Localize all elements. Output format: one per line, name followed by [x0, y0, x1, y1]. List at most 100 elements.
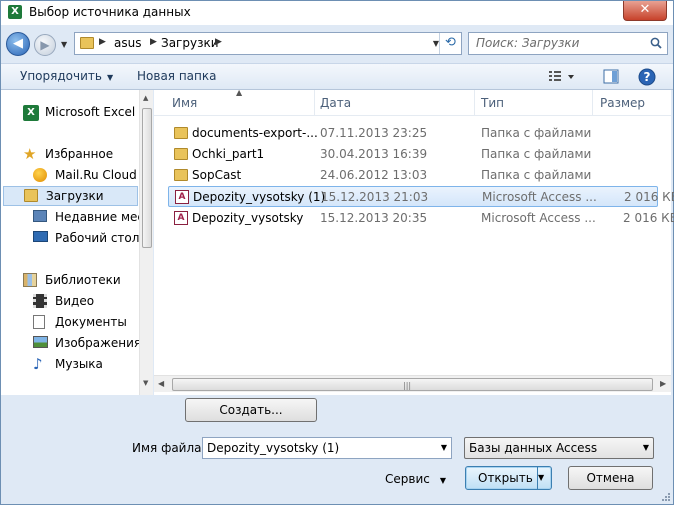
- file-row-selected[interactable]: A Depozity_vysotsky (1) 15.12.2013 21:03…: [168, 186, 674, 207]
- sidebar-item-pictures[interactable]: Изображения: [31, 334, 139, 354]
- sidebar-item-microsoft-excel[interactable]: X Microsoft Excel: [21, 103, 139, 123]
- column-header-date[interactable]: Дата: [320, 96, 351, 110]
- address-bar[interactable]: ▶ asus ▶ Загрузки ▶ ▼ ⟲: [74, 32, 462, 55]
- sidebar-item-documents[interactable]: Документы: [31, 313, 139, 333]
- cancel-button[interactable]: Отмена: [568, 466, 653, 490]
- filename-input[interactable]: Depozity_vysotsky (1): [207, 441, 339, 455]
- cloud-icon: [33, 168, 47, 182]
- sidebar-item-recent-places[interactable]: Недавние мест: [31, 208, 139, 228]
- file-name: Depozity_vysotsky: [192, 211, 304, 225]
- file-size: 2 016 КБ: [623, 211, 674, 225]
- back-button[interactable]: ◀: [6, 32, 30, 56]
- chevron-down-icon: ▼: [439, 476, 447, 485]
- sidebar-scroll-thumb[interactable]: [142, 108, 152, 248]
- horizontal-scroll-thumb[interactable]: |||: [172, 378, 653, 391]
- new-folder-button[interactable]: Новая папка: [137, 69, 216, 83]
- desktop-icon: [33, 231, 48, 242]
- music-icon: ♪: [33, 355, 43, 373]
- breadcrumb-downloads[interactable]: Загрузки: [161, 36, 219, 50]
- svg-text:?: ?: [644, 70, 651, 84]
- sidebar-item-label: Microsoft Excel: [45, 105, 136, 119]
- organize-button[interactable]: Упорядочить ▼: [20, 69, 113, 83]
- back-arrow-icon: ◀: [13, 36, 23, 51]
- scroll-down-icon[interactable]: ▼: [143, 379, 148, 387]
- file-date: 24.06.2012 13:03: [320, 168, 428, 182]
- resize-grip-icon[interactable]: [661, 492, 671, 502]
- sidebar-item-label: Документы: [55, 315, 127, 329]
- column-divider[interactable]: [314, 90, 315, 116]
- file-name: documents-export-...: [192, 126, 318, 140]
- view-options-icon[interactable]: [548, 69, 576, 85]
- dialog-footer: Создать... Имя файла: Depozity_vysotsky …: [1, 395, 673, 504]
- sidebar-item-music[interactable]: ♪ Музыка: [31, 355, 139, 375]
- file-type: Microsoft Access ...: [482, 190, 597, 204]
- scroll-left-icon[interactable]: ◀: [158, 379, 164, 388]
- search-input[interactable]: Поиск: Загрузки: [476, 36, 579, 50]
- column-divider[interactable]: [474, 90, 475, 116]
- file-type-filter-value: Базы данных Access: [469, 441, 598, 455]
- folder-icon: [80, 37, 94, 49]
- create-button[interactable]: Создать...: [185, 398, 317, 422]
- tools-menu-button[interactable]: Сервис ▼: [385, 472, 446, 486]
- sidebar-item-label: Изображения: [55, 336, 139, 350]
- scroll-right-icon[interactable]: ▶: [660, 379, 666, 388]
- file-date: 15.12.2013 20:35: [320, 211, 428, 225]
- file-row[interactable]: SopCast 24.06.2012 13:03 Папка с файлами: [168, 165, 658, 186]
- sidebar-item-video[interactable]: Видео: [31, 292, 139, 312]
- access-file-icon: A: [174, 211, 188, 225]
- breadcrumb-separator-icon[interactable]: ▶: [150, 37, 157, 47]
- search-box[interactable]: Поиск: Загрузки: [468, 32, 668, 55]
- file-type: Папка с файлами: [481, 168, 592, 182]
- tools-menu-label: Сервис: [385, 472, 430, 486]
- sidebar-item-label: Недавние мест: [55, 210, 139, 224]
- file-type-filter-select[interactable]: Базы данных Access ▼: [464, 437, 654, 459]
- sidebar-item-libraries[interactable]: Библиотеки: [21, 271, 139, 291]
- video-icon: [33, 294, 47, 308]
- chevron-down-icon: ▼: [106, 73, 114, 82]
- column-header-size[interactable]: Размер: [600, 96, 645, 110]
- close-button[interactable]: ✕: [623, 1, 667, 21]
- scroll-up-icon[interactable]: ▲: [143, 94, 148, 102]
- search-icon[interactable]: [650, 37, 662, 49]
- sort-ascending-icon: ▲: [236, 88, 243, 97]
- sidebar-scrollbar[interactable]: ▲ ▼: [139, 90, 153, 395]
- column-header-name[interactable]: Имя: [172, 96, 197, 110]
- forward-arrow-icon: ▶: [40, 38, 50, 52]
- breadcrumb-separator-icon[interactable]: ▶: [99, 37, 106, 47]
- sidebar-item-label: Избранное: [45, 147, 114, 161]
- preview-pane-icon[interactable]: [603, 69, 619, 85]
- recent-pages-dropdown-icon[interactable]: ▼: [61, 40, 71, 49]
- filename-field[interactable]: Depozity_vysotsky (1) ▼: [202, 437, 452, 459]
- file-name: SopCast: [192, 168, 242, 182]
- column-header-type[interactable]: Тип: [481, 96, 504, 110]
- address-bar-row: ◀ ▶ ▼ ▶ asus ▶ Загрузки ▶ ▼ ⟲ Поиск: Заг…: [1, 25, 673, 63]
- file-type: Папка с файлами: [481, 147, 592, 161]
- sidebar-item-label: Mail.Ru Cloud: [55, 168, 137, 182]
- sidebar-item-desktop[interactable]: Рабочий стол: [31, 229, 139, 249]
- breadcrumb-separator-icon[interactable]: ▶: [215, 37, 222, 47]
- excel-icon: X: [23, 105, 39, 121]
- refresh-button[interactable]: ⟲: [439, 33, 461, 54]
- open-options-dropdown-icon[interactable]: ▼: [537, 467, 551, 489]
- sidebar-item-label: Видео: [55, 294, 95, 308]
- open-button-label: Открыть: [478, 471, 533, 485]
- scroll-grip-icon: |||: [403, 381, 412, 390]
- title-bar[interactable]: X Выбор источника данных ✕: [1, 1, 673, 25]
- help-icon[interactable]: ?: [638, 68, 656, 86]
- sidebar-item-label: Рабочий стол: [55, 231, 139, 245]
- organize-label: Упорядочить: [20, 69, 102, 83]
- sidebar-item-mailru-cloud[interactable]: Mail.Ru Cloud: [31, 166, 141, 186]
- file-row[interactable]: Ochki_part1 30.04.2013 16:39 Папка с фай…: [168, 144, 658, 165]
- access-file-icon: A: [175, 190, 189, 204]
- sidebar-item-downloads[interactable]: Загрузки: [3, 186, 138, 206]
- horizontal-scrollbar[interactable]: ◀ ||| ▶: [154, 375, 671, 392]
- file-row[interactable]: documents-export-... 07.11.2013 23:25 Па…: [168, 123, 658, 144]
- sidebar-item-favorites[interactable]: ★ Избранное: [21, 145, 139, 165]
- chevron-down-icon[interactable]: ▼: [441, 438, 447, 458]
- forward-button[interactable]: ▶: [34, 34, 56, 56]
- file-row[interactable]: A Depozity_vysotsky 15.12.2013 20:35 Mic…: [168, 208, 674, 229]
- breadcrumb-asus[interactable]: asus: [114, 36, 141, 50]
- column-divider[interactable]: [592, 90, 593, 116]
- open-button[interactable]: Открыть ▼: [465, 466, 552, 490]
- window-title: Выбор источника данных: [29, 5, 191, 19]
